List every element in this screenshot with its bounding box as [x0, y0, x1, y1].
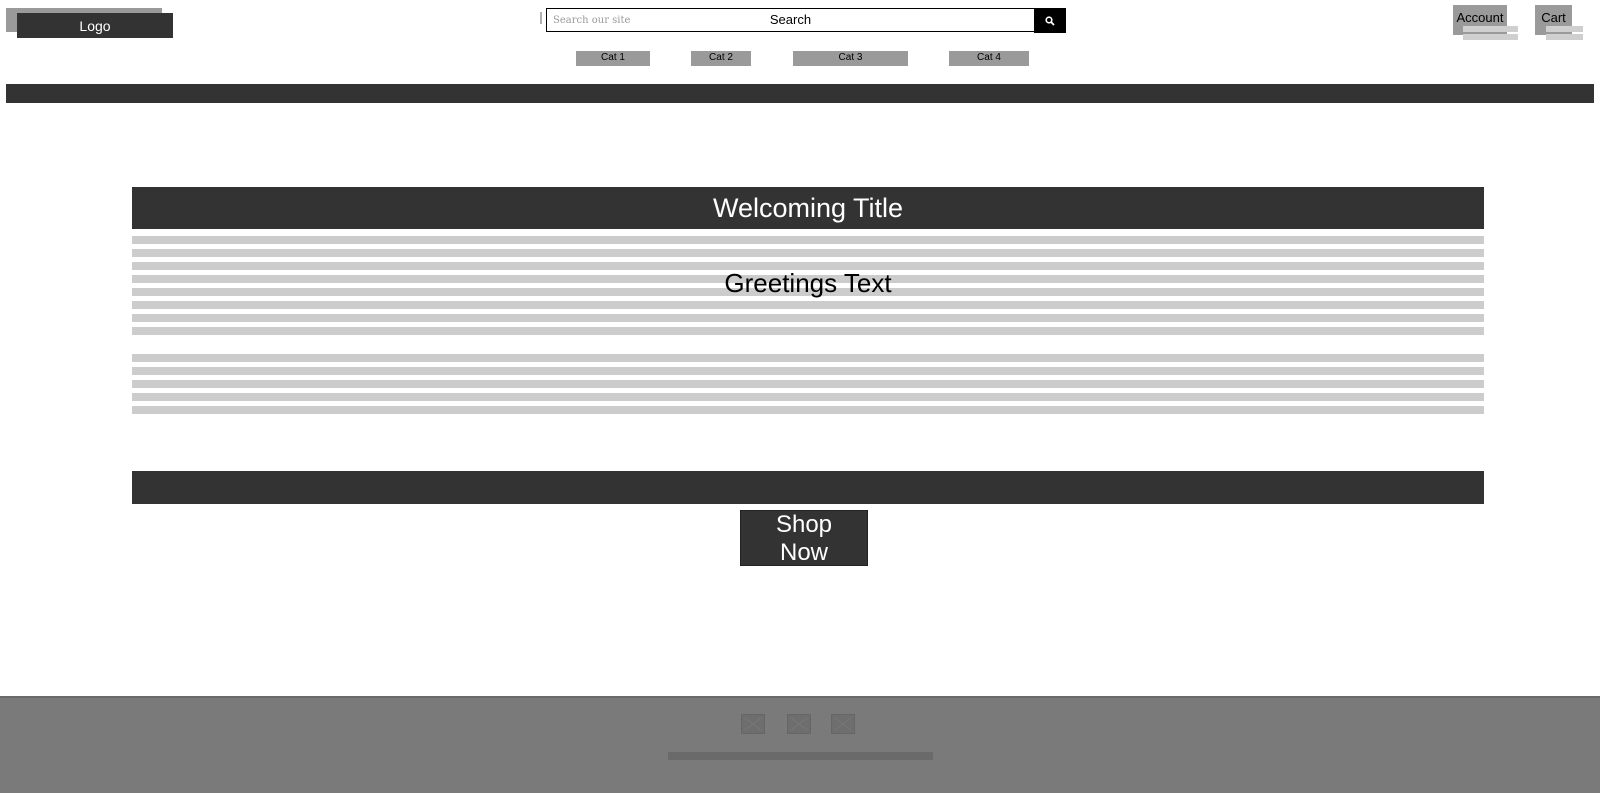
social-icon [790, 717, 808, 731]
social-icon [834, 717, 852, 731]
search-divider [540, 12, 542, 24]
category-label: Cat 4 [977, 52, 1001, 63]
search-icon [1045, 15, 1055, 26]
social-icon [744, 717, 762, 731]
placeholder-text-line [132, 236, 1484, 244]
category-link-4[interactable]: Cat 4 [949, 51, 1029, 66]
social-icon-3[interactable] [831, 714, 855, 734]
placeholder-text-line [132, 327, 1484, 335]
shop-now-button[interactable]: Shop Now [740, 510, 868, 566]
search-box[interactable]: Search [546, 8, 1035, 32]
category-link-2[interactable]: Cat 2 [691, 51, 751, 66]
placeholder-text-line [132, 262, 1484, 270]
main-nav-bar [6, 84, 1594, 103]
placeholder-text-line [132, 393, 1484, 401]
shop-now-label: Shop Now [775, 511, 833, 566]
social-icon-2[interactable] [787, 714, 811, 734]
placeholder-text-line [132, 406, 1484, 414]
logo-label: Logo [79, 17, 111, 34]
category-link-1[interactable]: Cat 1 [576, 51, 650, 66]
category-label: Cat 1 [601, 52, 625, 63]
placeholder-text-line [132, 275, 1484, 283]
footer [0, 696, 1600, 793]
footer-text-line [668, 752, 933, 760]
placeholder-text-line [132, 288, 1484, 296]
placeholder-text-line [132, 249, 1484, 257]
placeholder-text-line [132, 367, 1484, 375]
hero-bottom-bar [132, 471, 1484, 504]
hero-title-bar: Welcoming Title [132, 187, 1484, 229]
search-button[interactable] [1034, 8, 1066, 33]
category-label: Cat 3 [838, 52, 863, 63]
placeholder-text-line [132, 301, 1484, 309]
category-label: Cat 2 [709, 52, 733, 63]
cart-subtext-line [1546, 26, 1583, 32]
search-input[interactable] [553, 11, 773, 29]
cart-label: Cart [1541, 10, 1566, 25]
category-link-3[interactable]: Cat 3 [793, 51, 908, 66]
placeholder-text-line [132, 380, 1484, 388]
cart-subtext-line [1546, 34, 1583, 40]
placeholder-text-line [132, 354, 1484, 362]
account-label: Account [1456, 10, 1504, 25]
social-icon-1[interactable] [741, 714, 765, 734]
logo[interactable]: Logo [17, 13, 173, 38]
hero-title: Welcoming Title [712, 192, 904, 223]
placeholder-text-line [132, 314, 1484, 322]
account-subtext-line [1463, 26, 1518, 32]
greeting-text: Greetings Text [724, 268, 892, 298]
account-subtext-line [1463, 34, 1518, 40]
